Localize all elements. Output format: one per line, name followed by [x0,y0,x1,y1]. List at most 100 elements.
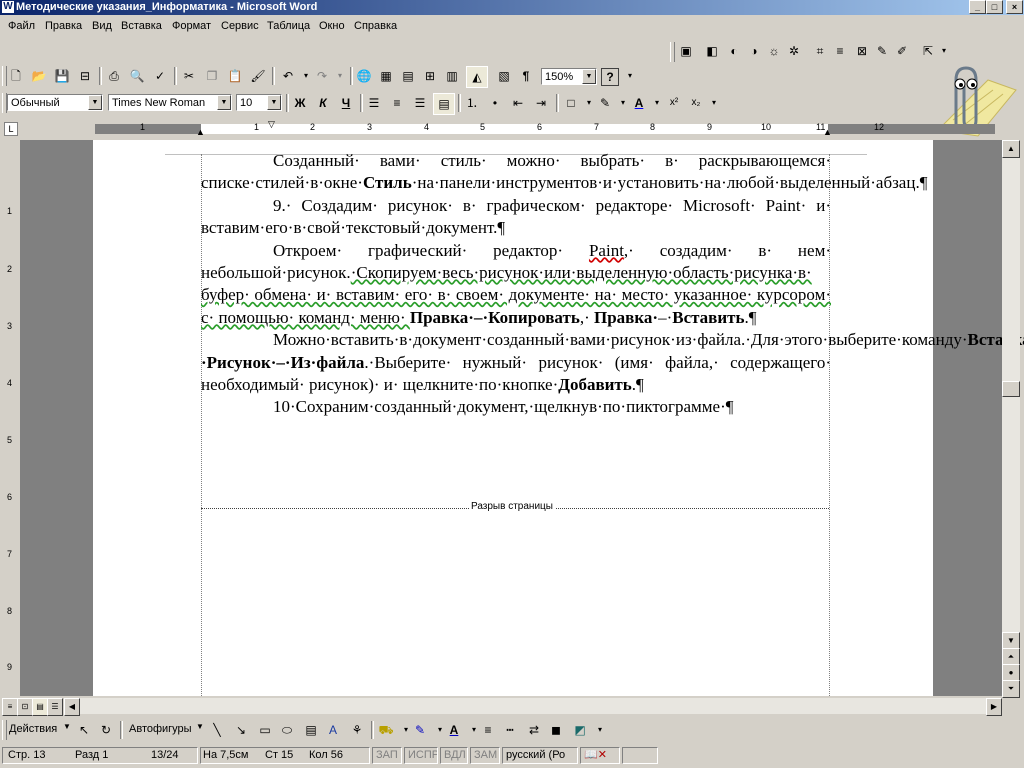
insert-table-icon[interactable]: ▤ [398,66,418,86]
status-overtype[interactable]: ЗАМ [470,747,500,764]
text-wrapping-icon[interactable]: ⊠ [852,41,872,61]
open-folder-icon[interactable]: 📂 [29,66,49,86]
maximize-button[interactable]: □ [986,0,1003,14]
underline-button[interactable]: Ч [336,93,356,113]
style-select[interactable]: Обычный ▼ [7,94,103,111]
chevron-down-icon[interactable]: ▼ [582,69,596,84]
print-icon[interactable]: ⎙ [104,66,124,86]
document-text[interactable]: Созданный· вами· стиль· можно· выбрать· … [201,150,1024,419]
menu-window[interactable]: Окно [319,20,345,32]
spelling-icon[interactable]: ✓ [150,66,170,86]
increase-indent-icon[interactable]: ⇥ [531,93,551,113]
superscript-icon[interactable]: x² [664,93,684,113]
permission-icon[interactable]: ⊟ [75,66,95,86]
arrow-icon[interactable]: ↘ [231,720,251,740]
first-line-indent-marker-icon[interactable]: ▽ [268,119,275,130]
bold-button[interactable]: Ж [290,93,310,113]
align-left-icon[interactable]: ☰ [364,93,384,113]
numbering-icon[interactable]: ⒈ [462,93,482,113]
right-indent-marker-icon[interactable]: ▲ [823,127,832,137]
autoshapes-menu[interactable]: Автофигуры [129,723,192,735]
toolbar-options-chevron-icon[interactable]: ▾ [934,41,954,61]
bullets-icon[interactable]: • [485,93,505,113]
less-contrast-icon[interactable]: ◑ [744,41,764,61]
tables-borders-icon[interactable]: ▦ [376,66,396,86]
show-hide-marks-icon[interactable]: ¶ [516,66,536,86]
left-indent-marker-icon[interactable]: ▲ [196,127,205,137]
image-control-icon[interactable]: ◧ [702,41,722,61]
shadow-icon[interactable]: ◼ [546,720,566,740]
cut-icon[interactable]: ✂ [179,66,199,86]
save-icon[interactable]: 💾 [52,66,72,86]
menu-edit[interactable]: Правка [45,20,82,32]
toolbar-options-chevron-icon[interactable]: ▾ [704,93,724,113]
scroll-thumb[interactable] [1002,381,1020,397]
scroll-right-icon[interactable]: ▶ [986,698,1002,716]
italic-button[interactable]: К [313,93,333,113]
paste-icon[interactable]: 📋 [225,66,245,86]
next-page-icon[interactable]: ⏷ [1002,680,1020,698]
fill-color-icon[interactable]: ⛟ [376,720,396,740]
more-contrast-icon[interactable]: ◐ [724,41,744,61]
menu-file[interactable]: Файл [8,20,35,32]
paragraph[interactable]: Созданный· вами· стиль· можно· выбрать· … [201,150,927,195]
dash-style-icon[interactable]: ┅ [500,720,520,740]
redo-icon[interactable]: ↷ [312,66,332,86]
toolbar-grip[interactable] [2,720,7,740]
word-app-icon[interactable]: W [2,1,14,13]
horizontal-ruler[interactable]: L 1 1 2 3 4 5 6 7 8 9 10 11 12 ▲ ▽ ▲ [4,119,1020,137]
format-painter-icon[interactable]: 🖌 [248,66,268,86]
arrow-style-icon[interactable]: ⇄ [524,720,544,740]
line-style-icon[interactable]: ≡ [830,41,850,61]
spelling-status-icon[interactable]: 📖✕ [580,747,620,764]
menu-tools[interactable]: Сервис [221,20,259,32]
scroll-left-icon[interactable]: ◀ [64,698,80,716]
status-record-macro[interactable]: ЗАП [372,747,402,764]
font-select[interactable]: Times New Roman ▼ [108,94,232,111]
copy-icon[interactable]: ❐ [202,66,222,86]
new-document-icon[interactable]: 🗋 [6,66,26,86]
columns-icon[interactable]: ▥ [442,66,462,86]
status-language[interactable]: русский (Ро [502,747,578,764]
more-brightness-icon[interactable]: ☼ [764,41,784,61]
free-rotate-icon[interactable]: ↻ [96,720,116,740]
chevron-down-icon[interactable]: ▼ [267,95,281,110]
menu-format[interactable]: Формат [172,20,211,32]
hyperlink-icon[interactable]: 🌐 [354,66,374,86]
text-box-icon[interactable]: ▤ [301,720,321,740]
insert-picture-icon[interactable]: ▣ [676,41,696,61]
help-icon[interactable]: ? [601,68,619,86]
document-area[interactable]: Созданный· вами· стиль· можно· выбрать· … [20,140,1024,696]
drawing-icon[interactable]: ◭ [466,66,488,88]
chevron-down-icon[interactable]: ▼ [88,95,102,110]
minimize-button[interactable]: _ [969,0,986,14]
paragraph[interactable]: Откроем· графический· редактор· Paint,· … [201,240,831,330]
toolbar-options-chevron-icon[interactable]: ▾ [590,720,610,740]
paragraph[interactable]: Можно·вставить·в·документ·созданный·вами… [201,329,1024,396]
decrease-indent-icon[interactable]: ⇤ [508,93,528,113]
less-brightness-icon[interactable]: ✲ [784,41,804,61]
clipart-icon[interactable]: ⚘ [347,720,367,740]
insert-excel-icon[interactable]: ⊞ [420,66,440,86]
document-map-icon[interactable]: ▧ [494,66,514,86]
toolbar-options-chevron-icon[interactable]: ▾ [620,66,640,86]
outline-view-icon[interactable]: ☰ [47,698,63,716]
borders-icon[interactable]: □ [561,93,581,113]
undo-icon[interactable]: ↶ [278,66,298,86]
print-preview-icon[interactable]: 🔍 [127,66,147,86]
redo-dropdown-icon[interactable]: ▾ [330,66,350,86]
align-right-icon[interactable]: ☰ [410,93,430,113]
menu-help[interactable]: Справка [354,20,397,32]
font-size-select[interactable]: 10 ▼ [236,94,282,111]
toolbar-grip[interactable] [670,42,675,62]
web-layout-icon[interactable]: ⊡ [17,698,33,716]
vertical-scrollbar[interactable]: ▲ ▼ ⏶ ● ⏷ [1002,140,1020,698]
menu-table[interactable]: Таблица [267,20,310,32]
normal-view-icon[interactable]: ≡ [2,698,18,716]
print-layout-icon[interactable]: ▤ [32,698,48,716]
paragraph[interactable]: 9.· Создадим· рисунок· в· графическом· р… [201,195,831,240]
status-extend[interactable]: ВДЛ [440,747,468,764]
crop-icon[interactable]: ⌗ [810,41,830,61]
scroll-up-icon[interactable]: ▲ [1002,140,1020,158]
rectangle-icon[interactable]: ▭ [255,720,275,740]
